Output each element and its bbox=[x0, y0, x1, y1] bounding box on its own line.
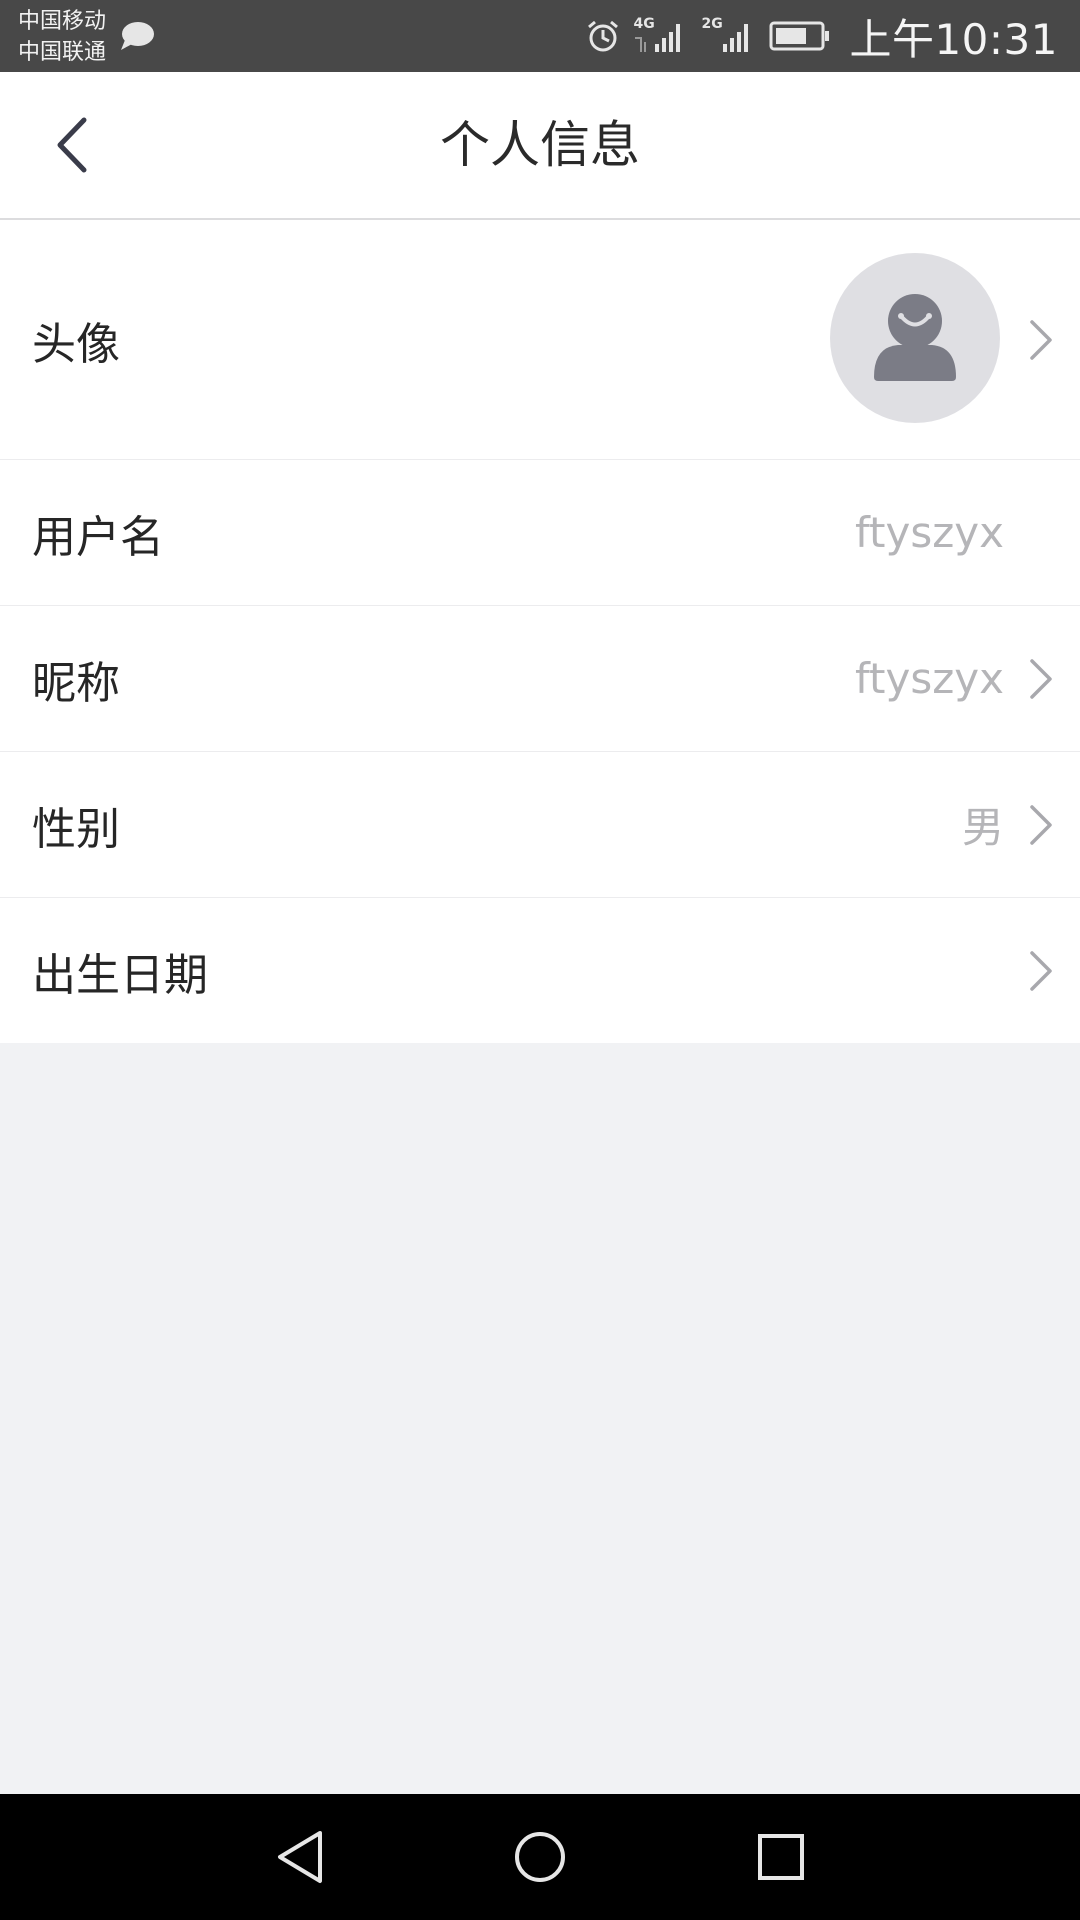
chevron-right-icon bbox=[1030, 658, 1052, 699]
status-time: 上午10:31 bbox=[849, 14, 1058, 64]
chevron-right-icon bbox=[1030, 950, 1052, 991]
row-avatar-label: 头像 bbox=[32, 318, 120, 370]
row-avatar[interactable]: 头像 bbox=[0, 220, 1080, 460]
row-gender-label: 性别 bbox=[32, 803, 120, 855]
system-nav-bar bbox=[0, 1794, 1080, 1920]
row-gender-value: 男 bbox=[961, 803, 1004, 852]
signal-2g-icon: 2G bbox=[701, 16, 757, 56]
row-username: 用户名 ftyszyx bbox=[0, 460, 1080, 606]
row-nickname-label: 昵称 bbox=[32, 657, 120, 709]
nav-recents-icon[interactable] bbox=[750, 1827, 810, 1887]
row-nickname[interactable]: 昵称 ftyszyx bbox=[0, 606, 1080, 752]
row-username-label: 用户名 bbox=[32, 511, 164, 563]
carrier-1: 中国移动 bbox=[18, 9, 107, 34]
battery-icon bbox=[769, 21, 830, 51]
profile-list: 头像 用户名 ftyszyx 昵称 ftyszyx 性别 男 出生日期 bbox=[0, 220, 1080, 1043]
carrier-info: 中国移动 中国联通 bbox=[18, 6, 106, 68]
row-birthdate[interactable]: 出生日期 bbox=[0, 898, 1080, 1043]
status-icons: 4G 2G 上午10:31 bbox=[585, 0, 1058, 72]
carrier-2: 中国联通 bbox=[18, 40, 107, 65]
row-username-value: ftyszyx bbox=[854, 508, 1004, 557]
row-gender[interactable]: 性别 男 bbox=[0, 752, 1080, 898]
page-title: 个人信息 bbox=[440, 116, 640, 174]
avatar[interactable] bbox=[830, 253, 1000, 423]
chevron-right-icon bbox=[1030, 804, 1052, 845]
nav-home-icon[interactable] bbox=[510, 1827, 570, 1887]
signal-4g-icon: 4G bbox=[633, 16, 689, 56]
user-placeholder-icon bbox=[874, 294, 956, 381]
header: 个人信息 bbox=[0, 72, 1080, 220]
alarm-icon bbox=[588, 20, 619, 52]
chevron-right-icon bbox=[1030, 319, 1052, 360]
nav-back-icon[interactable] bbox=[270, 1827, 330, 1887]
screen: 中国移动 中国联通 4G 2G 上午10:31 个人信息 头像 用户名 ftys… bbox=[0, 0, 1080, 1920]
row-nickname-value: ftyszyx bbox=[854, 654, 1004, 703]
row-birthdate-label: 出生日期 bbox=[32, 949, 208, 1001]
status-bar: 中国移动 中国联通 4G 2G 上午10:31 bbox=[0, 0, 1080, 72]
message-icon bbox=[121, 22, 154, 50]
